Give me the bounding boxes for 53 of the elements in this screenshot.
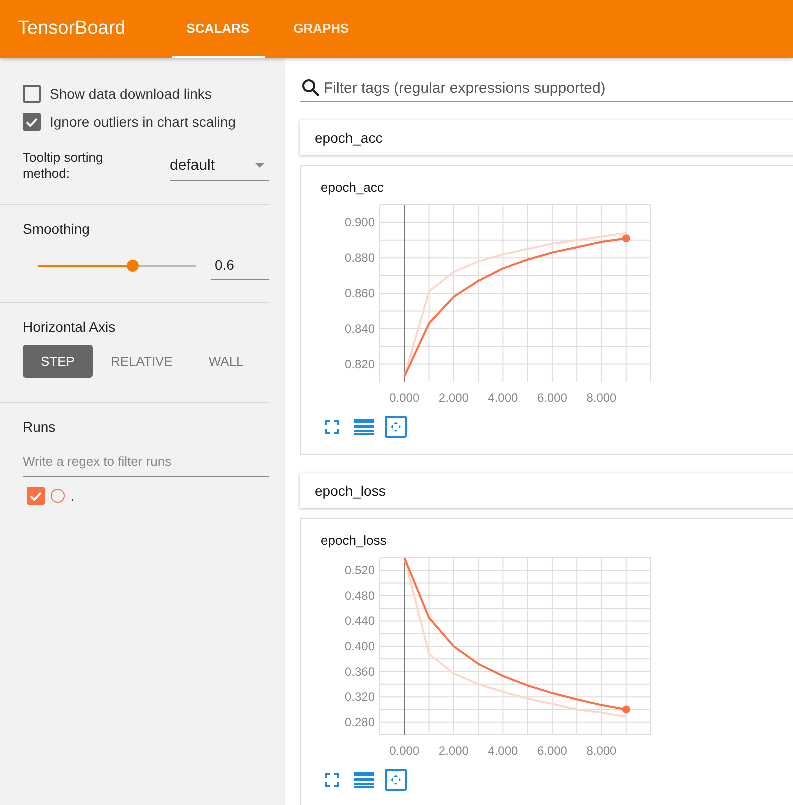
list-icon[interactable] <box>353 416 375 438</box>
x-tick-label: 8.000 <box>586 391 617 405</box>
search-icon <box>301 78 321 98</box>
smoothing-label: Smoothing <box>23 221 91 237</box>
y-tick-label: 0.360 <box>344 664 375 679</box>
axis-button[interactable]: STEP <box>23 345 93 378</box>
last-point-marker <box>622 706 630 714</box>
y-tick-label: 0.280 <box>344 715 375 730</box>
chart-title: epoch_acc <box>321 180 385 195</box>
caret-icon <box>255 163 265 168</box>
x-tick-label: 6.000 <box>537 744 568 758</box>
y-tick-label: 0.840 <box>344 322 375 336</box>
axis-button[interactable]: WALL <box>190 345 262 378</box>
y-tick-label: 0.900 <box>344 216 375 230</box>
run-color-icon <box>51 489 65 503</box>
fit-domain-icon[interactable] <box>385 769 407 791</box>
y-tick-label: 0.860 <box>344 286 375 300</box>
chart-title: epoch_loss <box>321 533 388 548</box>
run-filter-field[interactable]: Write a regex to filter runs <box>23 447 269 477</box>
smoothing-input[interactable]: 0.6 <box>211 251 269 280</box>
x-tick-label: 2.000 <box>438 744 469 758</box>
checkbox-label: Ignore outliers in chart scaling <box>50 114 236 130</box>
run-checkbox[interactable] <box>27 487 45 505</box>
y-tick-label: 0.400 <box>344 640 375 654</box>
group-header[interactable]: epoch_loss <box>300 473 793 508</box>
x-tick-label: 2.000 <box>438 391 469 405</box>
app-title: TensorBoard <box>18 18 126 40</box>
y-tick-label: 0.480 <box>344 588 375 603</box>
list-icon[interactable] <box>353 769 375 791</box>
horizontal-axis-label: Horizontal Axis <box>23 319 117 335</box>
y-tick-label: 0.820 <box>344 357 375 372</box>
y-tick-label: 0.520 <box>344 564 375 578</box>
checkbox[interactable] <box>23 85 41 103</box>
x-tick-label: 0.000 <box>390 744 420 758</box>
run-name: . <box>71 488 75 504</box>
y-tick-label: 0.320 <box>344 690 375 704</box>
fit-domain-icon[interactable] <box>385 416 407 438</box>
checkbox[interactable] <box>23 113 41 131</box>
group-header[interactable]: epoch_acc <box>300 120 793 155</box>
x-tick-label: 4.000 <box>488 391 518 405</box>
x-tick-label: 0.000 <box>390 391 420 405</box>
x-tick-label: 8.000 <box>586 744 617 758</box>
checkbox-label: Show data download links <box>50 86 212 102</box>
sorting-dropdown[interactable]: default <box>170 151 269 181</box>
x-tick-label: 6.000 <box>537 391 568 405</box>
y-tick-label: 0.880 <box>344 251 375 266</box>
axis-button[interactable]: RELATIVE <box>92 345 191 378</box>
y-tick-label: 0.440 <box>344 614 375 628</box>
last-point-marker <box>622 234 630 243</box>
tag-filter-field[interactable]: Filter tags (regular expressions supported) <box>324 80 793 96</box>
x-tick-label: 4.000 <box>488 744 518 758</box>
tooltip-sorting-label: Tooltip sorting method: <box>23 150 104 182</box>
runs-label: Runs <box>23 419 57 435</box>
